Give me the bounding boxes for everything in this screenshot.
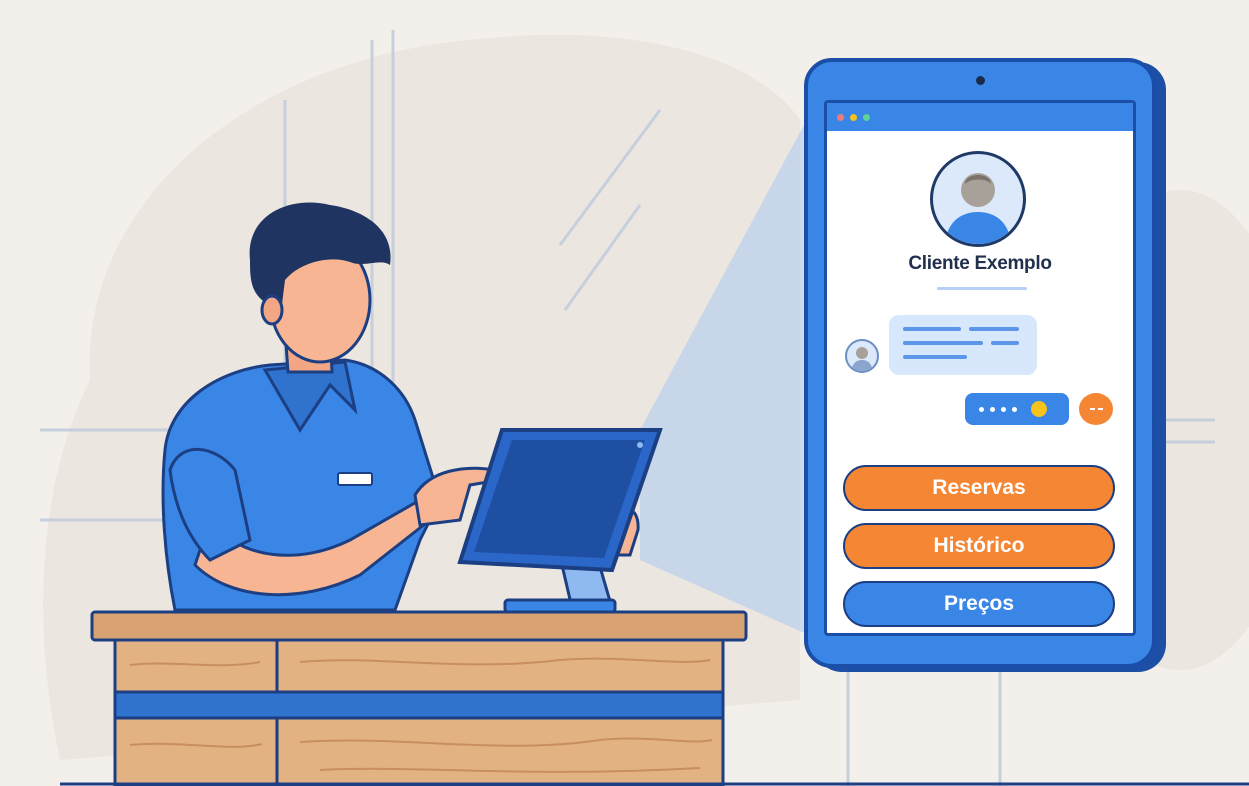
reply-indicator-icon	[1079, 393, 1113, 425]
user-avatar-icon[interactable]	[930, 151, 1026, 247]
outgoing-message-bubble	[965, 393, 1069, 425]
name-badge	[337, 472, 373, 486]
phone-screen: Cliente Exemplo Reservas Histórico Preço…	[824, 100, 1136, 636]
desk-top	[90, 610, 748, 642]
phone-device: Cliente Exemplo Reservas Histórico Preço…	[804, 58, 1156, 668]
window-dot-red[interactable]	[837, 113, 844, 121]
desk-stripe	[113, 690, 725, 720]
name-underline	[937, 287, 1027, 290]
precos-button[interactable]: Preços	[843, 581, 1115, 627]
window-dot-green[interactable]	[863, 113, 870, 121]
contact-avatar-icon	[845, 339, 879, 373]
incoming-message-bubble	[889, 315, 1037, 375]
tablet-stand-base	[503, 598, 617, 614]
historico-button[interactable]: Histórico	[843, 523, 1115, 569]
emoji-icon	[1031, 401, 1047, 417]
window-dot-yellow[interactable]	[850, 113, 857, 121]
profile-name: Cliente Exemplo	[908, 253, 1052, 274]
tablet-camera-icon	[637, 442, 643, 448]
app-titlebar	[827, 103, 1133, 131]
person-ear	[260, 294, 284, 326]
reservas-button[interactable]: Reservas	[843, 465, 1115, 511]
camera-dot-icon	[976, 76, 985, 85]
